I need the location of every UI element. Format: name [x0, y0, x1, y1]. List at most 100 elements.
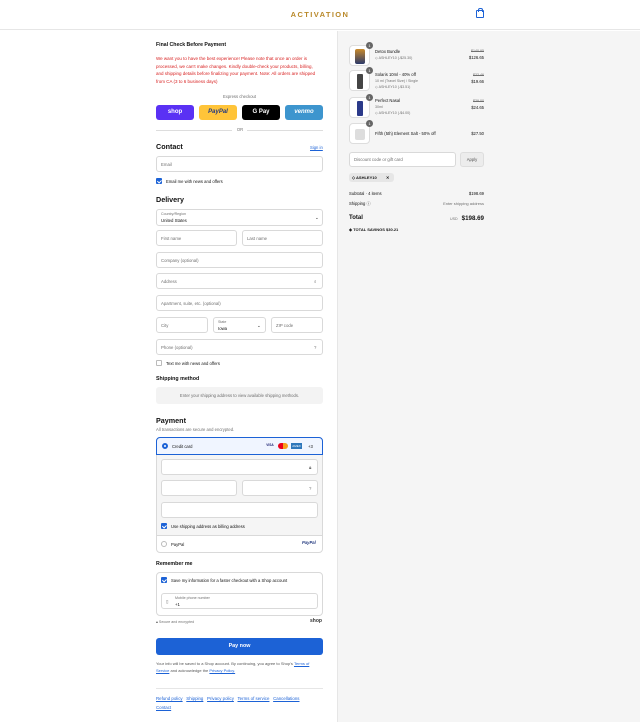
name-on-card-field[interactable]: [161, 502, 318, 518]
apartment-field[interactable]: Apartment, suite, etc. (optional): [156, 295, 323, 311]
more-cards-badge: +3: [308, 444, 313, 449]
paypal-radio[interactable]: [161, 541, 167, 547]
original-price: $33.46: [473, 73, 484, 77]
sms-news-label: Text me with news and offers: [166, 361, 220, 366]
total-value: $198.69: [461, 215, 484, 222]
product-variant: 10 ml (Travel Size) / Single: [375, 79, 419, 83]
shipping-value: Enter shipping address: [443, 201, 484, 206]
zip-field[interactable]: ZIP code: [271, 317, 323, 333]
pay-now-button[interactable]: Pay now: [156, 638, 323, 655]
google-pay-button[interactable]: G Pay: [242, 105, 280, 120]
apply-button[interactable]: Apply: [460, 152, 484, 167]
privacy-link[interactable]: Privacy Policy.: [209, 668, 235, 673]
privacy-policy-link[interactable]: Privacy policy: [207, 696, 234, 701]
lock-icon: 🔒︎: [309, 465, 312, 470]
credit-card-label: Credit card: [172, 444, 193, 449]
subtotal-value: $198.69: [468, 191, 484, 196]
quantity-badge: 1: [366, 42, 373, 49]
notice-title: Final Check Before Payment: [156, 42, 227, 48]
terms-of-service-link[interactable]: Terms of service: [237, 696, 269, 701]
product-discount: ◇ ASHLEY10 (-$3.51): [375, 85, 411, 89]
shipping-label: Shipping ⓘ: [349, 201, 371, 206]
shipping-link[interactable]: Shipping: [186, 696, 203, 701]
product-price: $24.65: [471, 105, 484, 110]
product-name: Perfect Nasal: [375, 98, 401, 103]
legal-text: Your info will be saved to a Shop accoun…: [156, 661, 310, 673]
shipping-method-title: Shipping method: [156, 376, 200, 382]
sms-news-checkbox[interactable]: [156, 360, 162, 366]
quantity-badge: 1: [366, 94, 373, 101]
product-discount: ◇ ASHLEY10 (-$25.30): [375, 56, 413, 60]
brand-logo[interactable]: ACTIVATION: [0, 10, 640, 19]
product-name: Solaris 10ml - 40% off: [375, 72, 416, 77]
sign-in-link[interactable]: Sign in: [310, 145, 323, 150]
quantity-badge: 1: [366, 67, 373, 74]
total-savings: ◈ TOTAL SAVINGS $30.21: [349, 227, 399, 232]
chevron-down-icon: ⌄: [257, 323, 261, 328]
phone-icon: ▯: [166, 599, 169, 604]
divider-left: [156, 130, 232, 131]
first-name-field[interactable]: First name: [156, 230, 237, 246]
footer-divider: [156, 688, 323, 689]
venmo-button[interactable]: venmo: [285, 105, 323, 120]
state-select[interactable]: State Iowa ⌄: [213, 317, 266, 333]
product-name: Detox Bundle: [375, 49, 401, 54]
paypal-button[interactable]: PayPal: [199, 105, 237, 120]
contact-link[interactable]: Contact: [156, 705, 171, 710]
visa-icon: VISA: [266, 443, 274, 447]
total-label: Total: [349, 215, 363, 221]
credit-card-radio[interactable]: [162, 443, 168, 449]
cancellations-link[interactable]: Cancellations: [273, 696, 299, 701]
company-field[interactable]: Company (optional): [156, 252, 323, 268]
shop-logo: shop: [310, 618, 322, 624]
mobile-phone-field[interactable]: ▯ Mobile phone number +1: [161, 593, 318, 609]
security-code-field[interactable]: ?: [242, 480, 318, 496]
delivery-title: Delivery: [156, 195, 184, 204]
city-field[interactable]: City: [156, 317, 208, 333]
shopping-bag-icon[interactable]: [476, 8, 484, 18]
product-price: $27.50: [471, 131, 484, 136]
save-info-checkbox[interactable]: [161, 577, 167, 583]
help-icon[interactable]: ?: [309, 486, 311, 491]
expiry-field[interactable]: [161, 480, 237, 496]
quantity-badge: 1: [366, 120, 373, 127]
paypal-option-label[interactable]: PayPal: [171, 542, 184, 547]
discount-code-field[interactable]: Discount code or gift card: [349, 152, 456, 167]
product-discount: ◇ ASHLEY10 (-$4.00): [375, 111, 411, 115]
phone-field[interactable]: Phone (optional) ?: [156, 339, 323, 355]
mastercard-icon: MC: [278, 443, 288, 449]
header: ACTIVATION: [0, 0, 640, 30]
shipping-method-message: Enter your shipping address to view avai…: [156, 387, 323, 404]
notice-body: We want you to have the best experience!…: [156, 56, 316, 84]
remove-code-icon[interactable]: ✕: [386, 173, 389, 182]
express-label: Express checkout: [222, 94, 257, 99]
email-news-checkbox[interactable]: [156, 178, 162, 184]
search-icon: ⌕: [314, 279, 317, 284]
billing-address-label: Use shipping address as billing address: [171, 524, 245, 529]
shop-pay-button[interactable]: shop: [156, 105, 194, 120]
payment-subtitle: All transactions are secure and encrypte…: [156, 427, 235, 432]
refund-policy-link[interactable]: Refund policy: [156, 696, 183, 701]
remember-me-title: Remember me: [156, 561, 193, 567]
save-info-label: Save my information for a faster checkou…: [171, 578, 288, 583]
email-field[interactable]: Email: [156, 156, 323, 172]
payment-title: Payment: [156, 416, 186, 425]
or-divider: OR: [236, 127, 244, 132]
info-icon[interactable]: ⓘ: [366, 201, 370, 206]
subtotal-label: Subtotal · 4 items: [349, 191, 382, 196]
contact-title: Contact: [156, 142, 183, 151]
product-price: $126.65: [468, 55, 484, 60]
paypal-logo: PayPal: [302, 540, 316, 545]
chevron-down-icon: ⌄: [315, 215, 319, 220]
divider-right: [247, 130, 323, 131]
last-name-field[interactable]: Last name: [242, 230, 323, 246]
credit-card-option[interactable]: Credit card VISA MC AMEX +3: [156, 437, 323, 455]
billing-address-checkbox[interactable]: [161, 523, 167, 529]
help-icon[interactable]: ?: [314, 345, 316, 350]
email-news-label: Email me with news and offers: [166, 179, 223, 184]
address-field[interactable]: Address ⌕: [156, 273, 323, 289]
amex-icon: AMEX: [291, 443, 302, 449]
country-select[interactable]: Country/Region United States ⌄: [156, 209, 323, 226]
card-number-field[interactable]: 🔒︎: [161, 459, 318, 475]
divider: [156, 535, 323, 536]
